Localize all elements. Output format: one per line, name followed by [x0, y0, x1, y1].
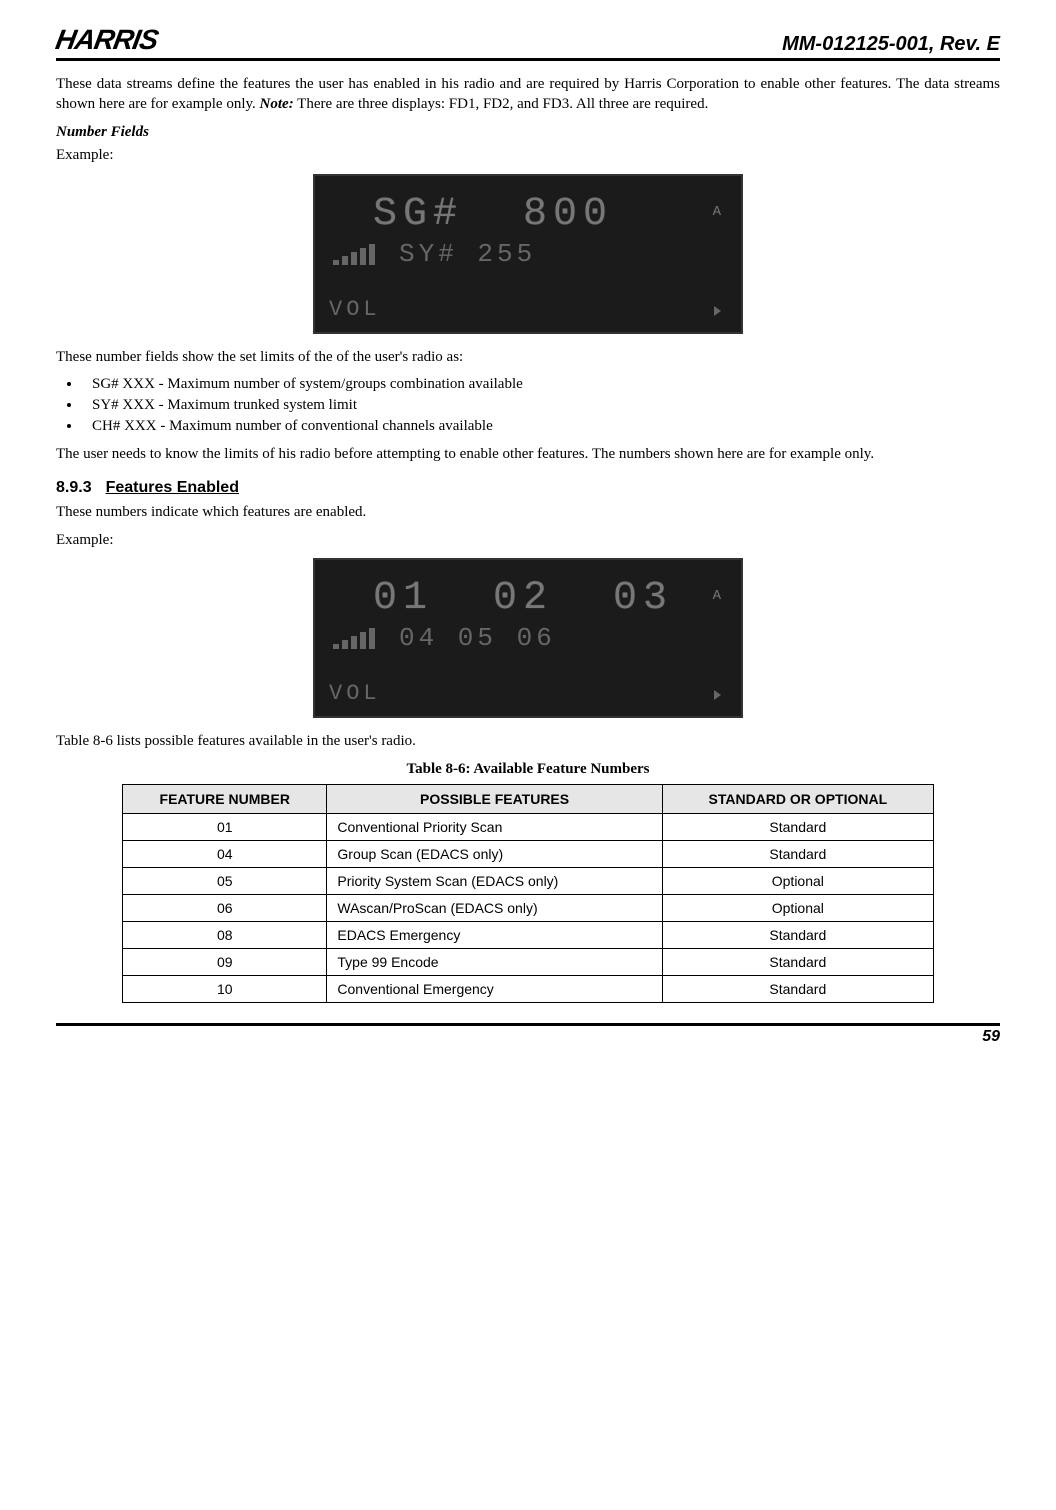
- cell-type: Standard: [662, 813, 933, 840]
- lcd2-side-a: A: [713, 588, 721, 604]
- cell-feat: WAscan/ProScan (EDACS only): [327, 894, 662, 921]
- th-possible-features: POSSIBLE FEATURES: [327, 784, 662, 813]
- number-fields-heading: Number Fields: [56, 123, 1000, 143]
- cell-feat: Group Scan (EDACS only): [327, 840, 662, 867]
- table-row: 04 Group Scan (EDACS only) Standard: [123, 840, 934, 867]
- section-number: 8.9.3: [56, 479, 92, 497]
- note-rest: There are three displays: FD1, FD2, and …: [294, 96, 709, 112]
- cell-feat: Conventional Emergency: [327, 975, 662, 1002]
- note-label: Note:: [260, 96, 294, 112]
- radio-display-2: 01 02 03 04 05 06 VOL A: [313, 558, 743, 718]
- nf-bullet-list: SG# XXX - Maximum number of system/group…: [82, 376, 1000, 435]
- th-feature-number: FEATURE NUMBER: [123, 784, 327, 813]
- th-standard-optional: STANDARD OR OPTIONAL: [662, 784, 933, 813]
- list-item: SG# XXX - Maximum number of system/group…: [82, 376, 1000, 393]
- lcd2-vol-label: VOL: [329, 681, 381, 706]
- arrow-right-icon: [714, 690, 721, 700]
- cell-num: 04: [123, 840, 327, 867]
- cell-feat: Type 99 Encode: [327, 948, 662, 975]
- nf-outro: The user needs to know the limits of his…: [56, 445, 1000, 465]
- list-item: SY# XXX - Maximum trunked system limit: [82, 397, 1000, 414]
- nf-intro: These number fields show the set limits …: [56, 348, 1000, 368]
- cell-type: Optional: [662, 867, 933, 894]
- cell-num: 08: [123, 921, 327, 948]
- cell-feat: Priority System Scan (EDACS only): [327, 867, 662, 894]
- feature-table: FEATURE NUMBER POSSIBLE FEATURES STANDAR…: [122, 784, 934, 1003]
- document-id: MM-012125-001, Rev. E: [782, 33, 1000, 56]
- cell-feat: Conventional Priority Scan: [327, 813, 662, 840]
- cell-num: 10: [123, 975, 327, 1002]
- page-header: HARRIS MM-012125-001, Rev. E: [56, 24, 1000, 61]
- table-row: 05 Priority System Scan (EDACS only) Opt…: [123, 867, 934, 894]
- example-label-1: Example:: [56, 146, 1000, 166]
- cell-type: Standard: [662, 921, 933, 948]
- cell-num: 09: [123, 948, 327, 975]
- arrow-right-icon: [714, 306, 721, 316]
- cell-type: Optional: [662, 894, 933, 921]
- brand-logo: HARRIS: [53, 24, 160, 56]
- example-label-2: Example:: [56, 531, 1000, 551]
- lcd2-line2: 04 05 06: [399, 623, 727, 653]
- table-row: 10 Conventional Emergency Standard: [123, 975, 934, 1002]
- list-item: CH# XXX - Maximum number of conventional…: [82, 418, 1000, 435]
- cell-type: Standard: [662, 840, 933, 867]
- section-title: Features Enabled: [106, 479, 239, 496]
- table-ref: Table 8-6 lists possible features availa…: [56, 732, 1000, 752]
- lcd1-line1: SG# 800: [373, 192, 727, 237]
- page-number: 59: [982, 1028, 1000, 1045]
- lcd2-line1: 01 02 03: [373, 576, 727, 621]
- table-row: 06 WAscan/ProScan (EDACS only) Optional: [123, 894, 934, 921]
- radio-display-1: SG# 800 SY# 255 VOL A: [313, 174, 743, 334]
- cell-num: 01: [123, 813, 327, 840]
- signal-bars-icon: [333, 244, 375, 265]
- lcd1-side-a: A: [713, 204, 721, 220]
- table-caption: Table 8-6: Available Feature Numbers: [56, 760, 1000, 780]
- cell-feat: EDACS Emergency: [327, 921, 662, 948]
- lcd1-line2: SY# 255: [399, 239, 727, 269]
- fe-intro: These numbers indicate which features ar…: [56, 503, 1000, 523]
- cell-type: Standard: [662, 948, 933, 975]
- intro-paragraph: These data streams define the features t…: [56, 75, 1000, 115]
- section-heading: 8.9.3 Features Enabled: [56, 479, 1000, 497]
- cell-type: Standard: [662, 975, 933, 1002]
- lcd1-vol-label: VOL: [329, 297, 381, 322]
- table-row: 09 Type 99 Encode Standard: [123, 948, 934, 975]
- cell-num: 05: [123, 867, 327, 894]
- signal-bars-icon: [333, 628, 375, 649]
- table-row: 01 Conventional Priority Scan Standard: [123, 813, 934, 840]
- cell-num: 06: [123, 894, 327, 921]
- page-footer: 59: [56, 1023, 1000, 1046]
- table-row: 08 EDACS Emergency Standard: [123, 921, 934, 948]
